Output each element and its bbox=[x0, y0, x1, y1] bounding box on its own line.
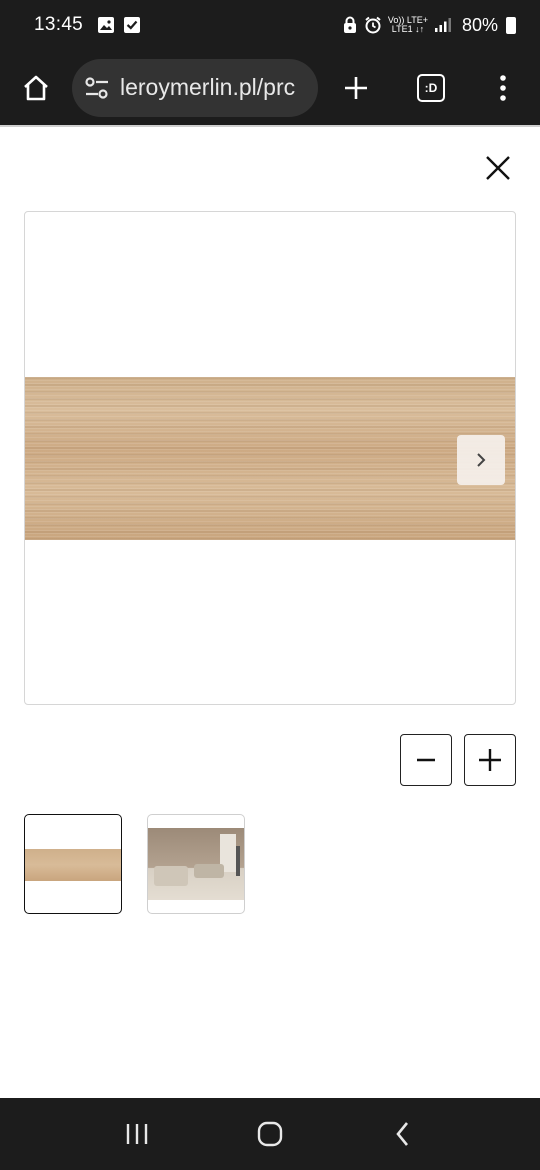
thumbnail-wood-tile[interactable] bbox=[24, 814, 122, 914]
thumbnail-wood-image bbox=[25, 849, 121, 881]
plus-icon bbox=[479, 749, 501, 771]
system-nav-bar bbox=[0, 1098, 540, 1170]
more-menu-icon[interactable] bbox=[479, 64, 527, 112]
tab-switcher-icon[interactable]: :D bbox=[407, 64, 455, 112]
close-icon[interactable] bbox=[480, 150, 516, 186]
home-nav-icon[interactable] bbox=[240, 1109, 300, 1159]
zoom-in-button[interactable] bbox=[464, 734, 516, 786]
toolbar-divider bbox=[0, 125, 540, 127]
lock-icon bbox=[343, 16, 356, 33]
battery-percent: 80% bbox=[461, 14, 498, 35]
new-tab-icon[interactable] bbox=[332, 64, 380, 112]
network-bottom: LTE1 ↓↑ bbox=[391, 24, 425, 34]
recent-apps-icon[interactable] bbox=[107, 1109, 167, 1159]
tab-switcher-label: :D bbox=[417, 73, 445, 102]
url-text: leroymerlin.pl/prc bbox=[120, 74, 296, 100]
checkbox-icon bbox=[124, 17, 141, 33]
wood-tile-image bbox=[25, 377, 515, 540]
back-icon[interactable] bbox=[373, 1109, 433, 1159]
home-icon[interactable] bbox=[12, 64, 60, 112]
network-indicator: Vo)) LTE+ LTE1 ↓↑ bbox=[388, 16, 428, 34]
status-bar: 13:45 Vo)) LTE+ LTE1 ↓↑ 80% bbox=[0, 0, 540, 50]
next-image-button[interactable] bbox=[457, 435, 505, 485]
thumbnail-room-image bbox=[148, 828, 244, 900]
site-settings-icon[interactable] bbox=[84, 76, 110, 100]
image-icon bbox=[98, 17, 115, 33]
status-time: 13:45 bbox=[34, 14, 84, 35]
battery-icon bbox=[506, 16, 516, 34]
main-product-image[interactable] bbox=[24, 211, 516, 705]
minus-icon bbox=[417, 758, 435, 762]
zoom-out-button[interactable] bbox=[400, 734, 452, 786]
url-bar[interactable]: leroymerlin.pl/prc bbox=[72, 58, 318, 117]
alarm-icon bbox=[365, 16, 381, 34]
chevron-right-icon bbox=[477, 453, 486, 467]
thumbnail-living-room[interactable] bbox=[147, 814, 245, 914]
signal-icon bbox=[434, 18, 451, 32]
browser-toolbar: leroymerlin.pl/prc :D bbox=[0, 50, 540, 125]
